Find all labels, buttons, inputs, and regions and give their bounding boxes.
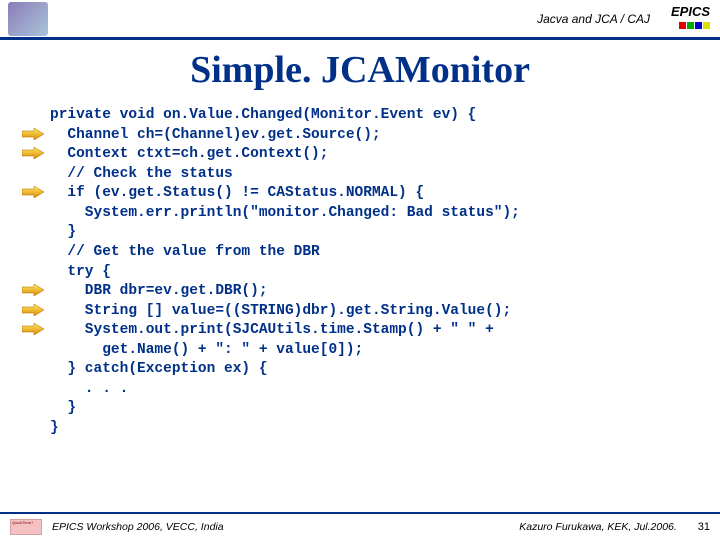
highlight-arrow-icon <box>22 284 44 296</box>
slide-header: Jacva and JCA / CAJ EPICS <box>0 0 720 40</box>
code-line: // Get the value from the DBR <box>50 243 690 263</box>
code-line: String [] value=((STRING)dbr).get.String… <box>50 302 690 322</box>
institution-logo <box>8 2 48 36</box>
code-block: private void on.Value.Changed(Monitor.Ev… <box>0 106 720 439</box>
highlight-arrow-icon <box>22 304 44 316</box>
code-line: if (ev.get.Status() != CAStatus.NORMAL) … <box>50 184 690 204</box>
code-line: System.out.print(SJCAUtils.time.Stamp() … <box>50 321 690 341</box>
code-line: private void on.Value.Changed(Monitor.Ev… <box>50 106 690 126</box>
quicktime-placeholder-icon: QuickTime? <box>10 519 42 535</box>
footer-author: Kazuro Furukawa, KEK, Jul.2006. 31 <box>519 521 710 533</box>
code-line: . . . <box>50 380 690 400</box>
code-line: } <box>50 223 690 243</box>
code-line: } <box>50 399 690 419</box>
code-line: DBR dbr=ev.get.DBR(); <box>50 282 690 302</box>
code-line: } <box>50 419 690 439</box>
epics-brand: EPICS <box>671 4 710 19</box>
code-line: get.Name() + ": " + value[0]); <box>50 341 690 361</box>
slide-footer: QuickTime? EPICS Workshop 2006, VECC, In… <box>0 512 720 540</box>
header-subject: Jacva and JCA / CAJ <box>60 12 710 26</box>
slide-title: Simple. JCAMonitor <box>0 48 720 92</box>
footer-venue: EPICS Workshop 2006, VECC, India <box>52 521 519 533</box>
highlight-arrow-icon <box>22 128 44 140</box>
code-line: Context ctxt=ch.get.Context(); <box>50 145 690 165</box>
code-line: System.err.println("monitor.Changed: Bad… <box>50 204 690 224</box>
code-line: try { <box>50 263 690 283</box>
code-line: Channel ch=(Channel)ev.get.Source(); <box>50 126 690 146</box>
highlight-arrow-icon <box>22 147 44 159</box>
highlight-arrow-icon <box>22 323 44 335</box>
highlight-arrow-icon <box>22 186 44 198</box>
code-line: } catch(Exception ex) { <box>50 360 690 380</box>
page-number: 31 <box>698 521 710 533</box>
epics-color-icon <box>679 22 710 29</box>
code-line: // Check the status <box>50 165 690 185</box>
